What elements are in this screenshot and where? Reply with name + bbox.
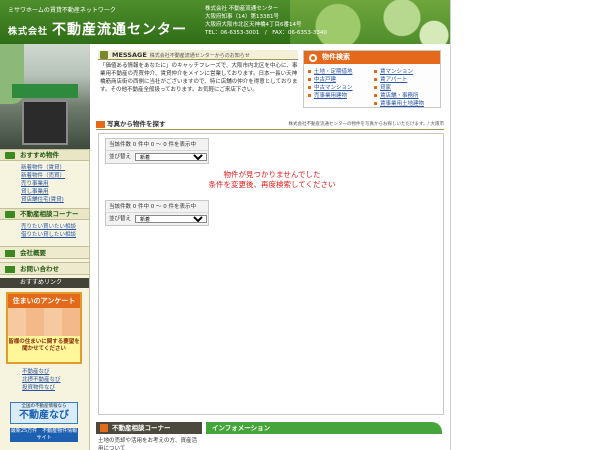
sidebar-link[interactable]: 売りたい買いたい相談 (21, 223, 89, 231)
house-icon (5, 152, 15, 159)
survey-faces-image (8, 308, 80, 336)
site-logo[interactable]: 株式会社 不動産流通センター (8, 19, 187, 39)
photo-search-title: 写真から物件を探す (107, 120, 166, 128)
property-site-banner[interactable]: 最新25万件 不動産物件情報サイト (10, 428, 78, 442)
result-count: 当該件数 0 件中 0 ～ 0 件を表示中 (109, 141, 196, 148)
sidebar-link[interactable]: 貸し事業用 (21, 188, 89, 196)
consultation-heading: 不動産相談コーナー (96, 422, 202, 434)
message-body: 「価値ある情報をあなたに」のキャッチフレーズで、大阪市内北区を中心に、事業用不動… (100, 63, 298, 93)
logo-prefix: 株式会社 (8, 27, 49, 37)
left-sidebar: おすすめ物件 新着物件（賃貸） 新着物件（売買） 売り事業用 貸し事業用 貸店舗… (0, 44, 90, 450)
sort-label: 並び替え (109, 216, 132, 222)
survey-banner[interactable]: 住まいのアンケート 皆様の住まいに関する要望を聞かせてください (6, 292, 82, 364)
survey-text: 皆様の住まいに関する要望を聞かせてください (8, 339, 80, 352)
sidebar-link[interactable]: 売り事業用 (21, 180, 89, 188)
fudousan-navi-banner[interactable]: 全国の不動産情報なら 不動産なび (10, 402, 78, 424)
logo-name: 不動産流通センター (52, 22, 188, 38)
results-panel: 当該件数 0 件中 0 ～ 0 件を表示中 並び替え 新着 物件が見つかりませんで… (98, 133, 444, 415)
message-label: MESSAGE (112, 51, 147, 59)
site-header: ミサワホームの賃貸不動産ネットワーク 株式会社 不動産流通センター 株式会社 不動… (0, 0, 450, 44)
soudan-links: 売りたい買いたい相談 借りたい貸したい相談 (0, 220, 89, 243)
sort-label: 並び替え (109, 154, 132, 160)
company-info: 株式会社 不動産流通センター 大阪府知事（14）第13381号 大阪府大阪市北区… (205, 5, 327, 37)
survey-title: 住まいのアンケート (8, 294, 80, 308)
recommend-links-head: おすすめリンク (0, 278, 89, 288)
not-found-line: 条件を変更後、再度検索してください (208, 180, 336, 189)
recommend-links: 不動産なび 北摂不動産なび 投資物件なび (0, 364, 89, 392)
consultation-text: 土地の売却や活用をお考えの方、資産活用について (98, 438, 198, 450)
house-icon (5, 211, 15, 218)
sidebar-link[interactable]: 新着物件（売買） (21, 172, 89, 180)
search-link[interactable]: 賃事業用土地建物 (374, 100, 440, 108)
consultation-corner: 不動産相談コーナー 土地の売却や活用をお考えの方、資産活用について (96, 422, 202, 450)
sort-select[interactable]: 新着 (135, 153, 207, 161)
message-heading: MESSAGE 株式会社不動産流通センターからのお知らせ (98, 50, 298, 60)
recommend-link[interactable]: 不動産なび (22, 368, 89, 376)
banner-title: 不動産なび (19, 410, 69, 421)
main-content: MESSAGE 株式会社不動産流通センターからのお知らせ 「価値ある情報をあなたに… (92, 44, 450, 450)
sidebar-link[interactable]: 貸店舗住宅(賃貸) (21, 196, 89, 204)
house-icon (100, 424, 108, 432)
search-link[interactable]: 中古マンション (308, 84, 374, 92)
sort-select[interactable]: 新着 (135, 215, 207, 223)
photo-search-note: 株式会社不動産流通センターの物件を写真からお探しいただけます。/ 大阪市 (288, 122, 445, 127)
not-found-line: 物件が見つかりませんでした (223, 170, 321, 179)
banner-subtitle: 全国の不動産情報なら (21, 404, 67, 409)
search-link[interactable]: 貸家 (374, 84, 440, 92)
company-line: 大阪府知事（14）第13381号 (205, 14, 279, 20)
message-subtitle: 株式会社不動産流通センターからのお知らせ (149, 53, 250, 59)
search-link[interactable]: 賃店舗・事務所 (374, 92, 440, 100)
recommend-link[interactable]: 投資物件なび (22, 384, 89, 392)
recommend-link[interactable]: 北摂不動産なび (22, 376, 89, 384)
building-icon (5, 250, 15, 257)
search-link[interactable]: 土地・定期借地 (308, 68, 374, 76)
company-line: TEL：06-6353-3001 / FAX：06-6353-3340 (205, 30, 327, 36)
osusume-links: 新着物件（賃貸） 新着物件（売買） 売り事業用 貸し事業用 貸店舗住宅(賃貸) (0, 161, 89, 208)
search-link[interactable]: 賃マンション (374, 68, 440, 76)
mail-icon (5, 266, 15, 273)
not-found-message: 物件が見つかりませんでした 条件を変更後、再度検索してください (99, 170, 445, 190)
company-line: 株式会社 不動産流通センター (205, 6, 279, 12)
header-network-text: ミサワホームの賃貸不動産ネットワーク (8, 7, 116, 14)
photo-search-heading: 写真から物件を探す 株式会社不動産流通センターの物件を写真からお探しいただけます… (96, 120, 444, 130)
search-link[interactable]: 中古戸建 (308, 76, 374, 84)
company-line: 大阪府大阪市北区天神橋4丁目6番14号 (205, 22, 302, 28)
sidebar-link[interactable]: 借りたい貸したい相談 (21, 231, 89, 239)
sidebar-head-osusume: おすすめ物件 (0, 149, 89, 161)
company-profile-button[interactable]: 会社概要 (0, 246, 89, 259)
information-heading: インフォメーション (206, 422, 442, 434)
results-controls-bottom: 当該件数 0 件中 0 ～ 0 件を表示中 並び替え 新着 (105, 200, 209, 226)
sidebar-link[interactable]: 新着物件（賃貸） (21, 164, 89, 172)
contact-button[interactable]: お問い合わせ (0, 262, 89, 275)
search-link[interactable]: 売事業用建物 (308, 92, 374, 100)
property-search-box: 物件検索 土地・定期借地 中古戸建 中古マンション 売事業用建物 賃マンション … (303, 50, 441, 108)
shop-photo (0, 44, 90, 149)
results-controls-top: 当該件数 0 件中 0 ～ 0 件を表示中 並び替え 新着 (105, 138, 209, 164)
page-margin (450, 0, 600, 450)
result-count: 当該件数 0 件中 0 ～ 0 件を表示中 (109, 203, 196, 210)
information-panel: インフォメーション (206, 422, 442, 450)
search-icon (309, 54, 317, 62)
search-box-title: 物件検索 (304, 51, 440, 64)
pencil-icon (100, 51, 108, 59)
search-link[interactable]: 賃アパート (374, 76, 440, 84)
sidebar-head-soudan: 不動産相談コーナー (0, 208, 89, 220)
